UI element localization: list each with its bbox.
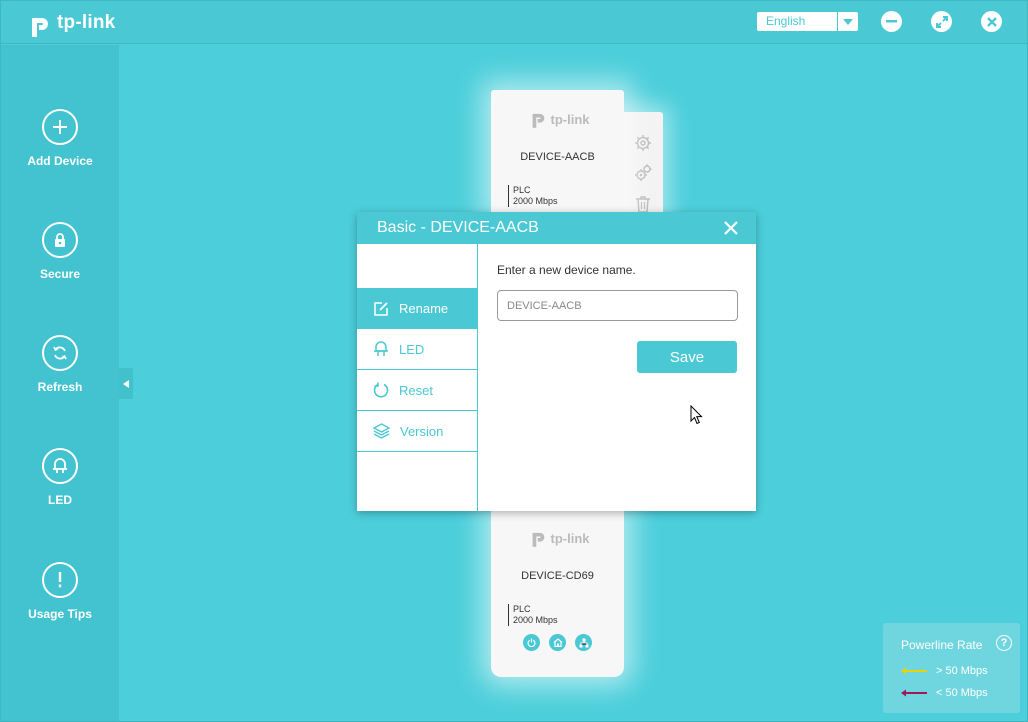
sidebar-item-usage-tips[interactable]: Usage Tips (1, 562, 119, 621)
led-bulb-icon (42, 448, 78, 484)
led-bulb-icon (374, 341, 388, 356)
sidebar: Add Device Secure Refresh LED Usage Tips (1, 45, 119, 721)
sidebar-item-secure[interactable]: Secure (1, 222, 119, 281)
network-icon (575, 634, 592, 651)
edit-icon (374, 301, 388, 316)
arrow-left-yellow-icon (901, 667, 927, 675)
home-icon (549, 634, 566, 651)
close-icon[interactable] (722, 219, 740, 237)
minimize-button[interactable] (881, 11, 902, 32)
dialog-nav: Rename LED Reset Version (357, 244, 478, 511)
title-bar: tp-link English (1, 1, 1027, 44)
device-spec-type: PLC (513, 185, 531, 195)
arrows-icon (935, 15, 948, 28)
save-button[interactable]: Save (637, 341, 737, 373)
tab-label: Rename (399, 301, 449, 316)
tab-reset[interactable]: Reset (357, 370, 477, 411)
reset-icon (373, 382, 389, 398)
device-card[interactable]: tp-link DEVICE-AACB PLC 2000 Mbps (491, 90, 624, 214)
device-brand-text: tp-link (550, 111, 590, 127)
device-spec: PLC 2000 Mbps (508, 185, 558, 207)
sidebar-item-label: Add Device (27, 154, 93, 168)
chevron-down-icon[interactable] (837, 12, 858, 31)
minus-icon (886, 20, 897, 23)
tab-label: Version (400, 423, 444, 439)
sidebar-item-led[interactable]: LED (1, 448, 119, 507)
restore-button[interactable] (931, 11, 952, 32)
device-brand-logo: tp-link (491, 527, 624, 549)
legend-row-high: > 50 Mbps (901, 665, 988, 677)
device-spec-rate: 2000 Mbps (513, 196, 558, 206)
device-name: DEVICE-CD69 (521, 570, 594, 582)
close-window-button[interactable] (981, 11, 1002, 32)
device-spec-type: PLC (513, 604, 531, 614)
device-brand-logo: tp-link (491, 108, 624, 130)
sidebar-item-add-device[interactable]: Add Device (1, 109, 119, 168)
help-icon[interactable]: ? (996, 635, 1012, 651)
exclamation-icon (42, 562, 78, 598)
dialog-header: Basic - DEVICE-AACB (357, 212, 756, 244)
close-icon (986, 16, 997, 27)
tab-label: LED (399, 341, 425, 357)
device-tools-panel (623, 112, 663, 222)
tab-label: Reset (399, 382, 433, 398)
app-window: tp-link English Add Device Secure Refres… (0, 0, 1028, 722)
lock-icon (42, 222, 78, 258)
device-spec-rate: 2000 Mbps (513, 615, 558, 625)
device-name: DEVICE-AACB (520, 151, 595, 163)
gears-icon[interactable] (634, 164, 652, 182)
sidebar-collapse-toggle[interactable] (119, 368, 133, 399)
rename-prompt: Enter a new device name. (497, 263, 636, 277)
trash-icon[interactable] (634, 195, 652, 213)
sidebar-item-label: Usage Tips (28, 607, 92, 621)
plus-icon (42, 109, 78, 145)
sidebar-item-label: LED (48, 493, 72, 507)
sidebar-item-label: Secure (39, 267, 81, 281)
brand-name: tp-link (57, 12, 116, 33)
dialog-title: Basic - DEVICE-AACB (377, 219, 539, 236)
tab-rename[interactable]: Rename (357, 288, 477, 329)
tab-version[interactable]: Version (357, 411, 477, 452)
powerline-rate-legend: Powerline Rate ? > 50 Mbps < 50 Mbps (883, 623, 1020, 713)
legend-label: > 50 Mbps (936, 665, 988, 677)
device-card[interactable]: tp-link DEVICE-CD69 PLC 2000 Mbps (491, 509, 624, 677)
tab-led[interactable]: LED (357, 329, 477, 370)
legend-title: Powerline Rate (901, 638, 983, 652)
device-brand-text: tp-link (550, 530, 590, 546)
mouse-cursor-icon (690, 405, 703, 425)
sidebar-item-refresh[interactable]: Refresh (1, 335, 119, 394)
device-status-icons (491, 634, 624, 651)
tp-link-logo-icon (532, 532, 544, 547)
chevron-left-icon (123, 379, 129, 388)
brand-logo: tp-link (23, 8, 115, 38)
legend-row-low: < 50 Mbps (901, 687, 988, 699)
device-settings-dialog: Basic - DEVICE-AACB Rename LED Reset Ver… (357, 212, 756, 511)
device-spec: PLC 2000 Mbps (508, 604, 558, 626)
layers-icon (373, 423, 390, 439)
refresh-icon (42, 335, 78, 371)
legend-label: < 50 Mbps (936, 687, 988, 699)
power-icon (523, 634, 540, 651)
arrow-left-magenta-icon (901, 689, 927, 697)
language-select[interactable]: English (757, 12, 858, 31)
language-value: English (766, 14, 806, 28)
sidebar-item-label: Refresh (37, 380, 83, 394)
device-name-input[interactable] (497, 290, 738, 321)
tp-link-logo-icon (32, 18, 48, 37)
gear-icon[interactable] (634, 134, 652, 152)
tp-link-logo-icon (532, 113, 544, 128)
